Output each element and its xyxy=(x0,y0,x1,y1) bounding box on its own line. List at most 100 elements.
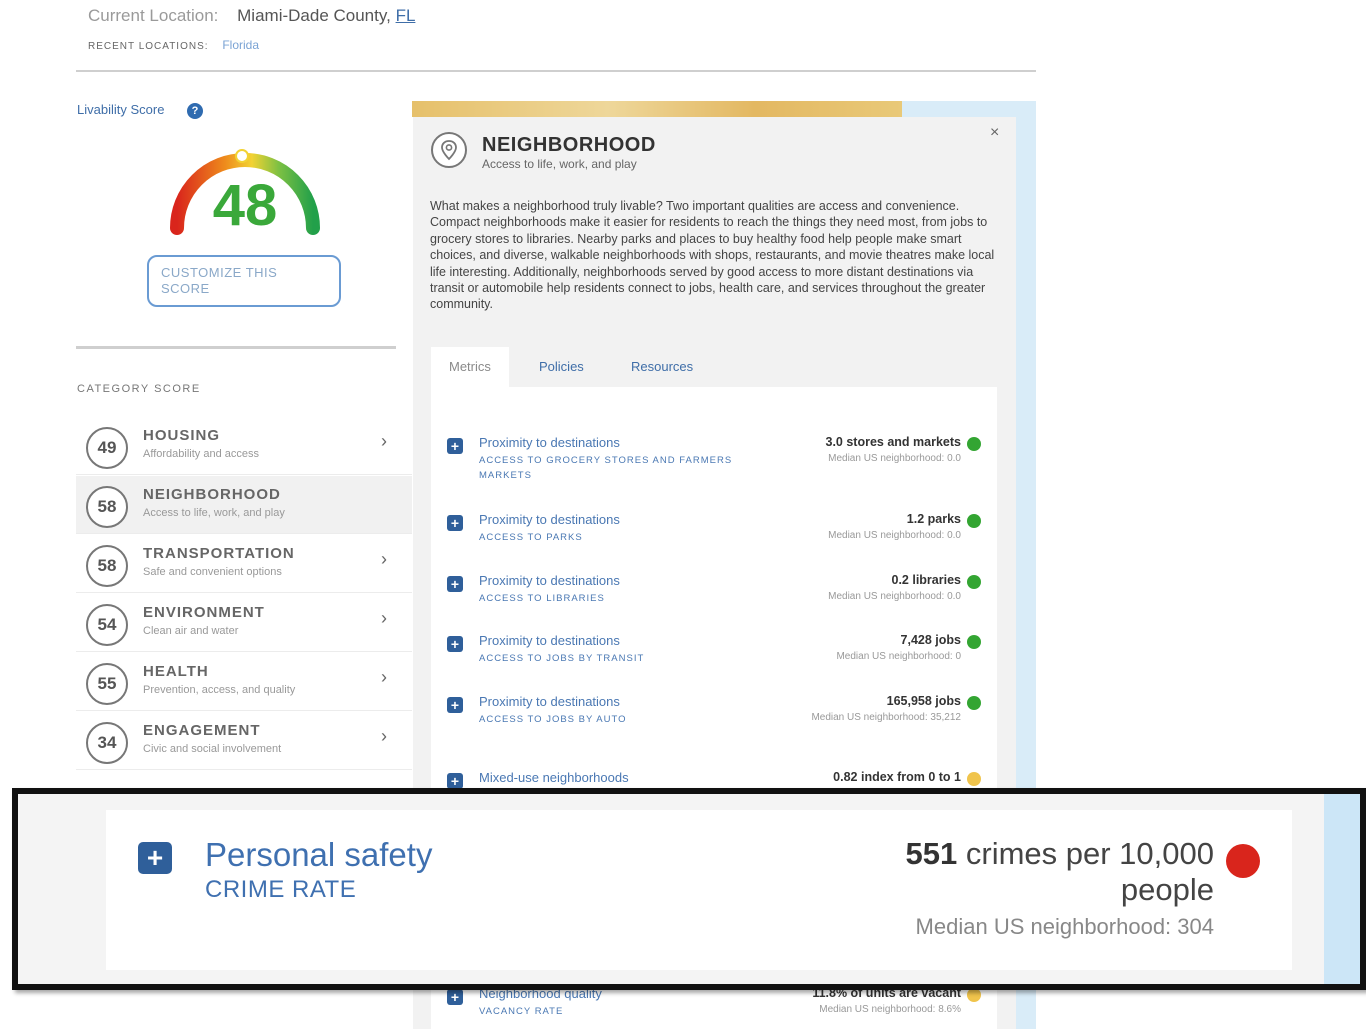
category-housing[interactable]: 49 HOUSING Affordability and access › xyxy=(76,417,412,475)
expand-plus-icon[interactable]: + xyxy=(447,515,463,531)
metric-row: + Neighborhood quality VACANCY RATE 11.8… xyxy=(431,984,997,1024)
metric-subtitle: ACCESS TO LIBRARIES xyxy=(479,593,605,604)
metric-value: 0.2 libraries xyxy=(891,573,962,587)
category-transportation[interactable]: 58 TRANSPORTATION Safe and convenient op… xyxy=(76,535,412,593)
panel-subtitle: Access to life, work, and play xyxy=(482,157,637,171)
category-name: TRANSPORTATION xyxy=(143,545,295,562)
recent-location-link[interactable]: Florida xyxy=(222,38,259,52)
metric-row: + Proximity to destinations ACCESS TO LI… xyxy=(431,571,997,631)
question-icon[interactable]: ? xyxy=(187,103,203,119)
category-score-circle: 54 xyxy=(86,604,128,646)
expand-plus-icon[interactable]: + xyxy=(447,636,463,652)
chevron-right-icon: › xyxy=(381,667,387,687)
category-subtitle: Civic and social involvement xyxy=(143,743,282,755)
metric-value: 3.0 stores and markets xyxy=(825,435,962,449)
metric-median: Median US neighborhood: 304 xyxy=(915,914,1214,939)
metric-subtitle: VACANCY RATE xyxy=(479,1006,564,1017)
category-score-header: CATEGORY SCORE xyxy=(77,383,201,395)
chevron-right-icon: › xyxy=(381,726,387,746)
metric-row: + Proximity to destinations ACCESS TO JO… xyxy=(431,692,997,752)
category-name: ENVIRONMENT xyxy=(143,604,265,621)
metric-title[interactable]: Personal safety xyxy=(205,836,432,874)
header-divider xyxy=(76,70,1036,72)
metric-value: 165,958 jobs xyxy=(886,694,961,708)
status-dot xyxy=(967,772,981,786)
tab-resources[interactable]: Resources xyxy=(613,347,711,387)
expand-plus-icon[interactable]: + xyxy=(447,697,463,713)
tab-metrics[interactable]: Metrics xyxy=(431,347,509,387)
metric-title[interactable]: Proximity to destinations xyxy=(479,694,620,709)
category-score-circle: 58 xyxy=(86,486,128,528)
panel-banner-edge xyxy=(902,101,1022,117)
status-dot xyxy=(967,696,981,710)
category-name: HOUSING xyxy=(143,427,221,444)
status-dot xyxy=(967,635,981,649)
metric-value: 7,428 jobs xyxy=(900,633,961,647)
tab-policies[interactable]: Policies xyxy=(521,347,602,387)
status-dot xyxy=(967,575,981,589)
category-subtitle: Affordability and access xyxy=(143,448,259,460)
current-county: Miami-Dade County, xyxy=(237,6,391,25)
metric-value: 1.2 parks xyxy=(906,512,961,526)
callout-edge xyxy=(1324,794,1360,984)
metric-title[interactable]: Proximity to destinations xyxy=(479,573,620,588)
metric-subtitle: ACCESS TO GROCERY STORES AND FARMERS MAR… xyxy=(479,455,733,481)
category-name: HEALTH xyxy=(143,663,209,680)
metric-title[interactable]: Proximity to destinations xyxy=(479,512,620,527)
expand-plus-icon[interactable]: + xyxy=(447,773,463,789)
category-subtitle: Clean air and water xyxy=(143,625,239,637)
current-location-label: Current Location: xyxy=(88,6,219,25)
personal-safety-metric: + Personal safety CRIME RATE 551 crimes … xyxy=(106,810,1292,970)
metric-title[interactable]: Mixed-use neighborhoods xyxy=(479,770,629,785)
metric-median: Median US neighborhood: 0.0 xyxy=(828,591,961,602)
metric-value: 0.82 index from 0 to 1 xyxy=(833,770,961,784)
highlight-callout: + Personal safety CRIME RATE 551 crimes … xyxy=(12,788,1366,990)
expand-plus-icon[interactable]: + xyxy=(447,989,463,1005)
close-icon[interactable]: × xyxy=(990,124,999,142)
metric-subtitle: ACCESS TO PARKS xyxy=(479,532,583,543)
expand-plus-icon[interactable]: + xyxy=(447,438,463,454)
metric-median: Median US neighborhood: 8.6% xyxy=(819,1004,961,1015)
category-engagement[interactable]: 34 ENGAGEMENT Civic and social involveme… xyxy=(76,712,412,770)
panel-banner-image xyxy=(412,101,902,117)
category-neighborhood[interactable]: 58 NEIGHBORHOOD Access to life, work, an… xyxy=(76,476,412,534)
category-score-circle: 34 xyxy=(86,722,128,764)
metric-median: Median US neighborhood: 35,212 xyxy=(811,712,961,723)
category-score-circle: 55 xyxy=(86,663,128,705)
status-dot xyxy=(967,988,981,1002)
metric-row: + Proximity to destinations ACCESS TO PA… xyxy=(431,510,997,570)
customize-score-button[interactable]: CUSTOMIZE THIS SCORE xyxy=(147,255,341,307)
expand-plus-icon[interactable]: + xyxy=(447,576,463,592)
map-pin-icon xyxy=(431,132,467,168)
status-dot xyxy=(1226,844,1260,878)
current-location: Current Location: Miami-Dade County, FL xyxy=(88,6,415,26)
left-divider xyxy=(76,346,396,349)
metric-value-unit: crimes per 10,000 people xyxy=(965,836,1214,907)
chevron-right-icon: › xyxy=(381,549,387,569)
panel-title: NEIGHBORHOOD xyxy=(482,134,656,156)
status-dot xyxy=(967,437,981,451)
metric-row: + Mixed-use neighborhoods 0.82 index fro… xyxy=(431,768,997,789)
metric-value: 551 crimes per 10,000 people xyxy=(854,836,1214,908)
status-dot xyxy=(967,514,981,528)
recent-locations-label: RECENT LOCATIONS: xyxy=(88,41,209,52)
panel-tabs: Metrics Policies Resources xyxy=(431,347,997,387)
category-subtitle: Access to life, work, and play xyxy=(143,507,285,519)
metric-row: + Proximity to destinations ACCESS TO JO… xyxy=(431,631,997,691)
category-name: ENGAGEMENT xyxy=(143,722,261,739)
metric-median: Median US neighborhood: 0.0 xyxy=(828,530,961,541)
metric-title[interactable]: Proximity to destinations xyxy=(479,435,620,450)
expand-plus-icon[interactable]: + xyxy=(138,842,172,874)
category-subtitle: Prevention, access, and quality xyxy=(143,684,296,696)
chevron-right-icon: › xyxy=(381,608,387,628)
category-environment[interactable]: 54 ENVIRONMENT Clean air and water › xyxy=(76,594,412,652)
metric-median: Median US neighborhood: 0.0 xyxy=(828,453,961,464)
chevron-right-icon: › xyxy=(381,431,387,451)
category-name: NEIGHBORHOOD xyxy=(143,486,281,503)
state-link[interactable]: FL xyxy=(396,6,416,25)
category-health[interactable]: 55 HEALTH Prevention, access, and qualit… xyxy=(76,653,412,711)
metric-title[interactable]: Proximity to destinations xyxy=(479,633,620,648)
metric-median: Median US neighborhood: 0 xyxy=(836,651,961,662)
livability-score-value: 48 xyxy=(212,173,278,238)
metric-subtitle: ACCESS TO JOBS BY TRANSIT xyxy=(479,653,645,664)
